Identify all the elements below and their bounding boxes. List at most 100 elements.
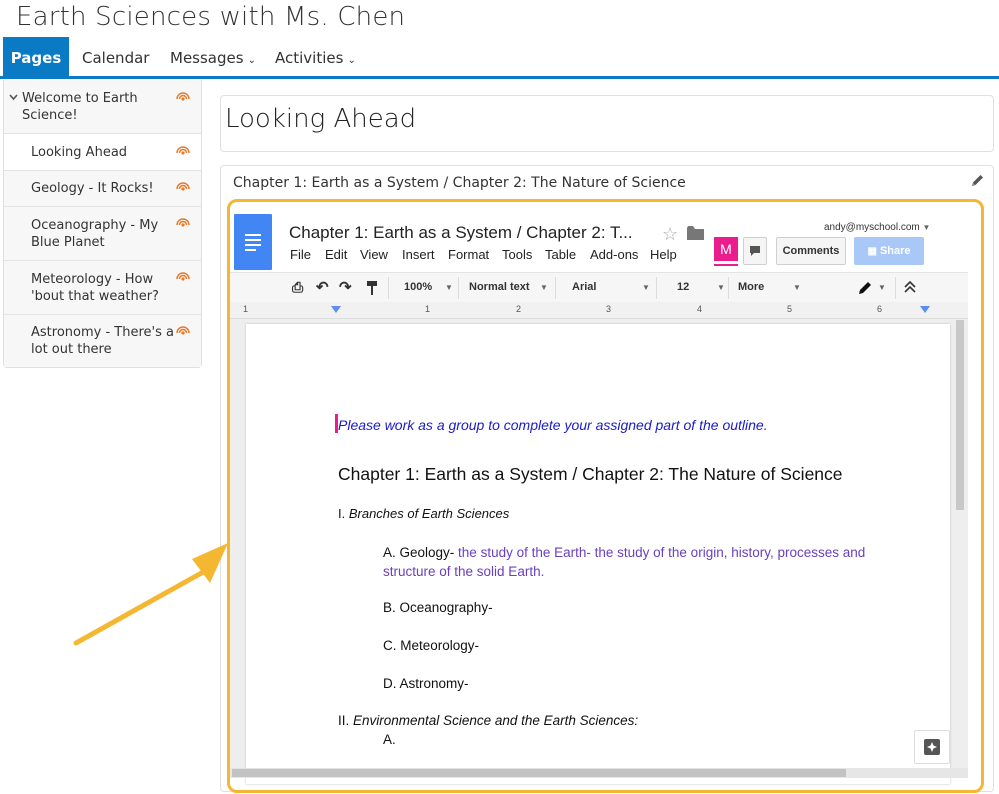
caret-down-icon: ▼ [717, 283, 725, 292]
more-button[interactable]: More [738, 281, 764, 293]
collapse-toolbar-icon[interactable] [904, 281, 916, 293]
tab-activities[interactable]: Activities ⌄ [275, 37, 356, 76]
account-email-text: andy@myschool.com [824, 222, 920, 233]
rss-icon [176, 272, 190, 281]
embedded-doc-frame[interactable]: Chapter 1: Earth as a System / Chapter 2… [227, 199, 984, 793]
caret-down-icon: ▼ [793, 283, 801, 292]
sidebar-item-geology[interactable]: Geology - It Rocks! [4, 171, 201, 207]
nav-underline [0, 76, 999, 79]
chevron-down-icon: ⌄ [247, 55, 256, 66]
folder-icon[interactable] [687, 226, 704, 240]
menu-help[interactable]: Help [650, 247, 677, 262]
docs-logo-icon[interactable] [234, 214, 272, 270]
panel-title: Chapter 1: Earth as a System / Chapter 2… [233, 175, 686, 191]
tab-activities-label: Activities [275, 49, 344, 67]
zoom-select[interactable]: 100% [404, 281, 432, 293]
caret-down-icon: ▼ [922, 223, 931, 232]
menu-view[interactable]: View [360, 247, 388, 262]
lock-icon: ▦ [867, 246, 877, 257]
sidebar-item-oceanography[interactable]: Oceanography - My Blue Planet [4, 207, 201, 261]
menu-tools[interactable]: Tools [502, 247, 532, 262]
chevron-down-icon: ⌄ [347, 55, 356, 66]
explore-icon [924, 739, 940, 755]
section-1-prefix: I. [338, 506, 349, 521]
undo-icon[interactable]: ↶ [316, 278, 329, 296]
ruler-number: 1 [243, 304, 249, 314]
item-geology-answer-line1: the study of the Earth- the study of the… [454, 545, 866, 560]
sidebar: Welcome to Earth Science! Looking Ahead G… [3, 80, 202, 368]
font-size-select[interactable]: 12 [677, 281, 689, 293]
sidebar-item-looking-ahead[interactable]: Looking Ahead [4, 134, 201, 171]
ruler-number: 1 [425, 304, 431, 314]
ruler[interactable]: 1 1 2 3 4 5 6 [230, 302, 968, 319]
rss-icon [176, 326, 190, 335]
doc-title[interactable]: Chapter 1: Earth as a System / Chapter 2… [289, 223, 633, 243]
item-geology: A. Geology- the study of the Earth- the … [383, 543, 865, 581]
chat-button[interactable] [743, 237, 767, 265]
collaborator-avatar[interactable]: M [714, 237, 738, 261]
doc-toolbar: ⎙ ↶ ↷ 100% ▼ Normal text ▼ Arial ▼ 12 ▼ … [230, 272, 968, 304]
page-title: Looking Ahead [225, 104, 417, 134]
ruler-number: 2 [516, 304, 522, 314]
rss-icon [176, 146, 190, 155]
section-2-heading: II. Environmental Science and the Earth … [338, 713, 638, 728]
tab-messages[interactable]: Messages ⌄ [170, 37, 256, 76]
caret-down-icon: ▼ [540, 283, 548, 292]
section-2-prefix: II. [338, 713, 354, 728]
explore-button[interactable] [914, 730, 950, 764]
pencil-icon[interactable] [970, 173, 985, 188]
account-email[interactable]: andy@myschool.com ▼ [824, 222, 930, 233]
print-icon[interactable]: ⎙ [292, 279, 303, 296]
menu-insert[interactable]: Insert [402, 247, 435, 262]
instruction-text: Please work as a group to complete your … [338, 417, 768, 433]
share-label: Share [879, 245, 911, 257]
section-2-title: Environmental Science and the Earth Scie… [353, 713, 639, 728]
tab-messages-label: Messages [170, 49, 244, 67]
annotation-arrow [73, 543, 228, 646]
redo-icon[interactable]: ↷ [339, 278, 352, 296]
chat-icon [750, 246, 760, 256]
site-title: Earth Sciences with Ms. Chen [16, 2, 406, 32]
menu-addons[interactable]: Add-ons [590, 247, 638, 262]
item-meteorology: C. Meteorology- [383, 638, 480, 653]
ruler-number: 5 [787, 304, 793, 314]
item-geology-answer-line2: structure of the solid Earth. [383, 564, 545, 579]
item-oceanography: B. Oceanography- [383, 600, 493, 615]
ruler-number: 6 [877, 304, 883, 314]
paint-format-icon[interactable] [366, 280, 378, 296]
item-geology-label: A. Geology- [383, 545, 455, 560]
sidebar-item-meteorology[interactable]: Meteorology - How'bout that weather? [4, 261, 201, 315]
sidebar-item-label: Looking Ahead [31, 145, 128, 160]
sidebar-item-label: Astronomy - There's a lot out there [31, 325, 174, 357]
caret-down-icon: ▼ [642, 283, 650, 292]
sidebar-item-label: Oceanography - My Blue Planet [31, 218, 159, 250]
section-1-title: Branches of Earth Sciences [348, 506, 510, 521]
menu-file[interactable]: File [290, 247, 311, 262]
right-indent-marker[interactable] [920, 306, 930, 313]
sidebar-item-welcome[interactable]: Welcome to Earth Science! [4, 80, 201, 134]
sidebar-item-astronomy[interactable]: Astronomy - There's a lot out there [4, 315, 201, 367]
rss-icon [176, 92, 190, 101]
sidebar-item-label: Meteorology - How'bout that weather? [31, 272, 159, 304]
ruler-number: 3 [606, 304, 612, 314]
menu-table[interactable]: Table [545, 247, 576, 262]
tab-calendar[interactable]: Calendar [82, 37, 149, 76]
rss-icon [176, 182, 190, 191]
comments-button[interactable]: Comments [776, 237, 846, 265]
pencil-mode-icon[interactable] [857, 280, 873, 296]
horizontal-scrollbar[interactable] [232, 769, 846, 777]
avatar-underline [714, 264, 738, 266]
style-select[interactable]: Normal text [469, 281, 530, 293]
vertical-scrollbar[interactable] [956, 320, 964, 510]
rss-icon [176, 218, 190, 227]
left-indent-marker[interactable] [331, 306, 341, 313]
font-select[interactable]: Arial [572, 281, 596, 293]
item-astronomy: D. Astronomy- [383, 676, 469, 691]
star-icon[interactable]: ☆ [662, 224, 678, 245]
tab-pages[interactable]: Pages [3, 37, 69, 76]
menu-edit[interactable]: Edit [325, 247, 347, 262]
doc-heading: Chapter 1: Earth as a System / Chapter 2… [338, 464, 843, 484]
share-button[interactable]: ▦ Share [854, 237, 924, 265]
menu-format[interactable]: Format [448, 247, 489, 262]
chevron-down-icon[interactable] [9, 94, 18, 101]
